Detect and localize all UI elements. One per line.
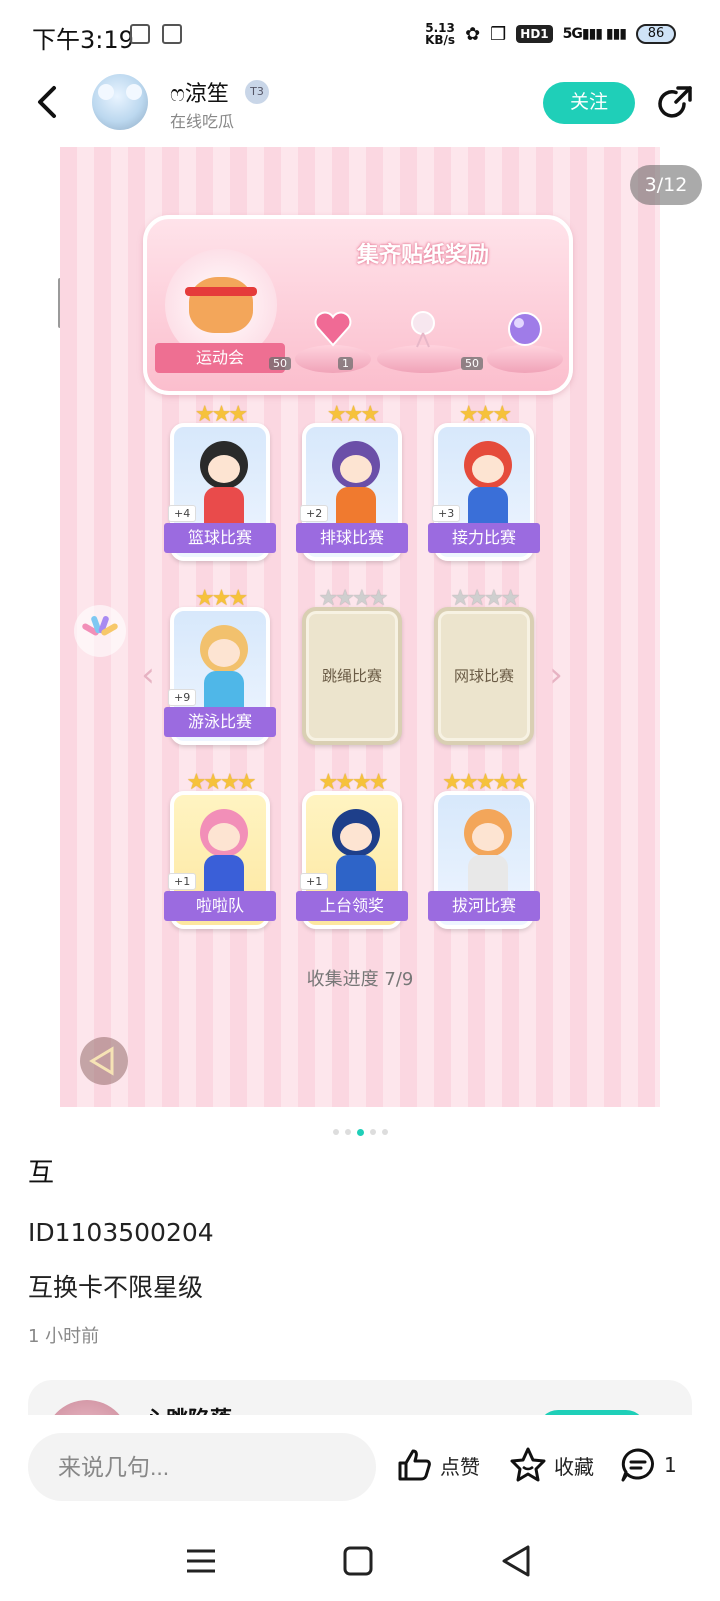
image-pager-dots xyxy=(0,1129,720,1139)
collect-label: 收藏 xyxy=(554,1454,594,1479)
status-indicators: 5.13 KB/s ✿ ❒ HD1 5G▮▮▮ ▮▮▮ 86 xyxy=(425,22,676,46)
duplicate-count-badge: +4 xyxy=(168,505,197,522)
pager-dot[interactable] xyxy=(344,1129,351,1135)
sticker-label: 游泳比赛 xyxy=(164,707,276,737)
net-speed: 5.13 KB/s xyxy=(425,22,455,46)
home-icon[interactable] xyxy=(340,1543,376,1579)
locked-sticker-label: 跳绳比赛 xyxy=(321,667,382,685)
follow-button[interactable]: 关注 xyxy=(543,82,635,124)
comment-input[interactable] xyxy=(28,1433,376,1501)
post-body-line: ID1103500204 xyxy=(28,1218,214,1247)
page-counter: 3/12 xyxy=(630,165,702,205)
collection-progress: 收集进度 7/9 xyxy=(60,965,660,991)
user-name[interactable]: ෆ涼笙 xyxy=(170,76,229,108)
duplicate-count-badge: +2 xyxy=(300,505,329,522)
game-mode-icon: ✿ xyxy=(465,23,481,45)
reward-count: 50 xyxy=(269,357,291,370)
character-illustration xyxy=(332,441,380,489)
duplicate-count-badge: +1 xyxy=(300,873,329,890)
sticker-label: 接力比赛 xyxy=(428,523,540,553)
crystal-bouquet-icon xyxy=(411,311,435,348)
like-label: 点赞 xyxy=(440,1454,480,1479)
sticker-reward-banner: 运动会 集齐贴纸奖励 50 1 50 xyxy=(143,215,573,395)
pager-dot[interactable] xyxy=(369,1129,376,1135)
prev-page-icon[interactable]: ‹ xyxy=(136,657,160,693)
battery-icon: 86 xyxy=(636,24,676,44)
collect-button[interactable]: 收藏 xyxy=(508,1445,594,1485)
star-icon xyxy=(510,1447,546,1482)
duplicate-count-badge: +1 xyxy=(168,873,197,890)
sticker-label: 篮球比赛 xyxy=(164,523,276,553)
next-page-icon[interactable]: › xyxy=(544,657,568,693)
character-illustration xyxy=(200,809,248,857)
flower-float-icon[interactable] xyxy=(74,605,126,657)
post-timestamp: 1 小时前 xyxy=(28,1326,100,1347)
post-image[interactable]: 运动会 集齐贴纸奖励 50 1 50 ★★★ +4 篮球比赛 ★★★ +2 排球… xyxy=(60,147,660,1107)
status-bar: 下午3:19 5.13 KB/s ✿ ❒ HD1 5G▮▮▮ ▮▮▮ 86 xyxy=(0,0,720,70)
progress-value: 7/9 xyxy=(384,969,414,990)
reward-count: 50 xyxy=(461,357,483,370)
hd-badge: HD1 xyxy=(516,25,553,43)
pager-dot[interactable] xyxy=(381,1129,388,1135)
vibrate-icon: ❒ xyxy=(490,23,507,45)
system-nav-bar xyxy=(0,1523,720,1601)
bottom-action-bar: 点赞 收藏 1 xyxy=(0,1415,720,1523)
character-illustration xyxy=(200,625,248,673)
status-time: 下午3:19 xyxy=(32,26,134,54)
comment-icon xyxy=(621,1448,654,1482)
avatar[interactable] xyxy=(92,74,148,130)
return-icon[interactable] xyxy=(80,1037,128,1085)
pink-heart-gem-icon xyxy=(314,311,352,347)
banner-title: 集齐贴纸奖励 xyxy=(357,243,490,268)
like-button[interactable]: 点赞 xyxy=(394,1445,480,1485)
locked-sticker-slot: 跳绳比赛 xyxy=(302,607,402,745)
post-title: 互 xyxy=(28,1158,55,1188)
back-nav-icon[interactable] xyxy=(498,1543,534,1579)
character-illustration xyxy=(464,441,512,489)
gallery-notification-icon xyxy=(130,24,150,44)
locked-sticker-slot: 网球比赛 xyxy=(434,607,534,745)
pager-dot[interactable] xyxy=(332,1129,339,1135)
menu-icon[interactable] xyxy=(183,1543,219,1579)
signal-label: 5G xyxy=(562,26,583,42)
back-icon[interactable] xyxy=(30,84,66,120)
post-body-line: 互换卡不限星级 xyxy=(28,1273,204,1302)
character-illustration xyxy=(332,809,380,857)
comment-count: 1 xyxy=(664,1453,677,1477)
user-status: 在线吃瓜 xyxy=(170,112,235,131)
sticker-label: 上台领奖 xyxy=(296,891,408,921)
signal-icon: 5G▮▮▮ ▮▮▮ xyxy=(562,26,627,42)
purple-orb-icon xyxy=(508,312,542,346)
thumbs-up-icon xyxy=(398,1449,431,1481)
user-level-badge: T3 xyxy=(245,80,269,104)
net-speed-unit: KB/s xyxy=(425,33,456,47)
character-illustration xyxy=(200,441,248,489)
app-notification-icon xyxy=(162,24,182,44)
character-illustration xyxy=(464,809,512,857)
duplicate-count-badge: +9 xyxy=(168,689,197,706)
pager-dot[interactable] xyxy=(356,1129,364,1136)
sticker-label: 啦啦队 xyxy=(164,891,276,921)
post-header: ෆ涼笙 T3 在线吃瓜 关注 xyxy=(0,70,720,142)
duplicate-count-badge: +3 xyxy=(432,505,461,522)
comment-button[interactable]: 1 xyxy=(618,1445,677,1485)
locked-sticker-label: 网球比赛 xyxy=(453,667,514,685)
sticker-label: 排球比赛 xyxy=(296,523,408,553)
reward-count: 1 xyxy=(338,357,353,370)
sticker-label: 拔河比赛 xyxy=(428,891,540,921)
event-label: 运动会 xyxy=(155,343,285,373)
progress-label: 收集进度 xyxy=(306,969,379,990)
share-icon[interactable] xyxy=(654,84,694,124)
